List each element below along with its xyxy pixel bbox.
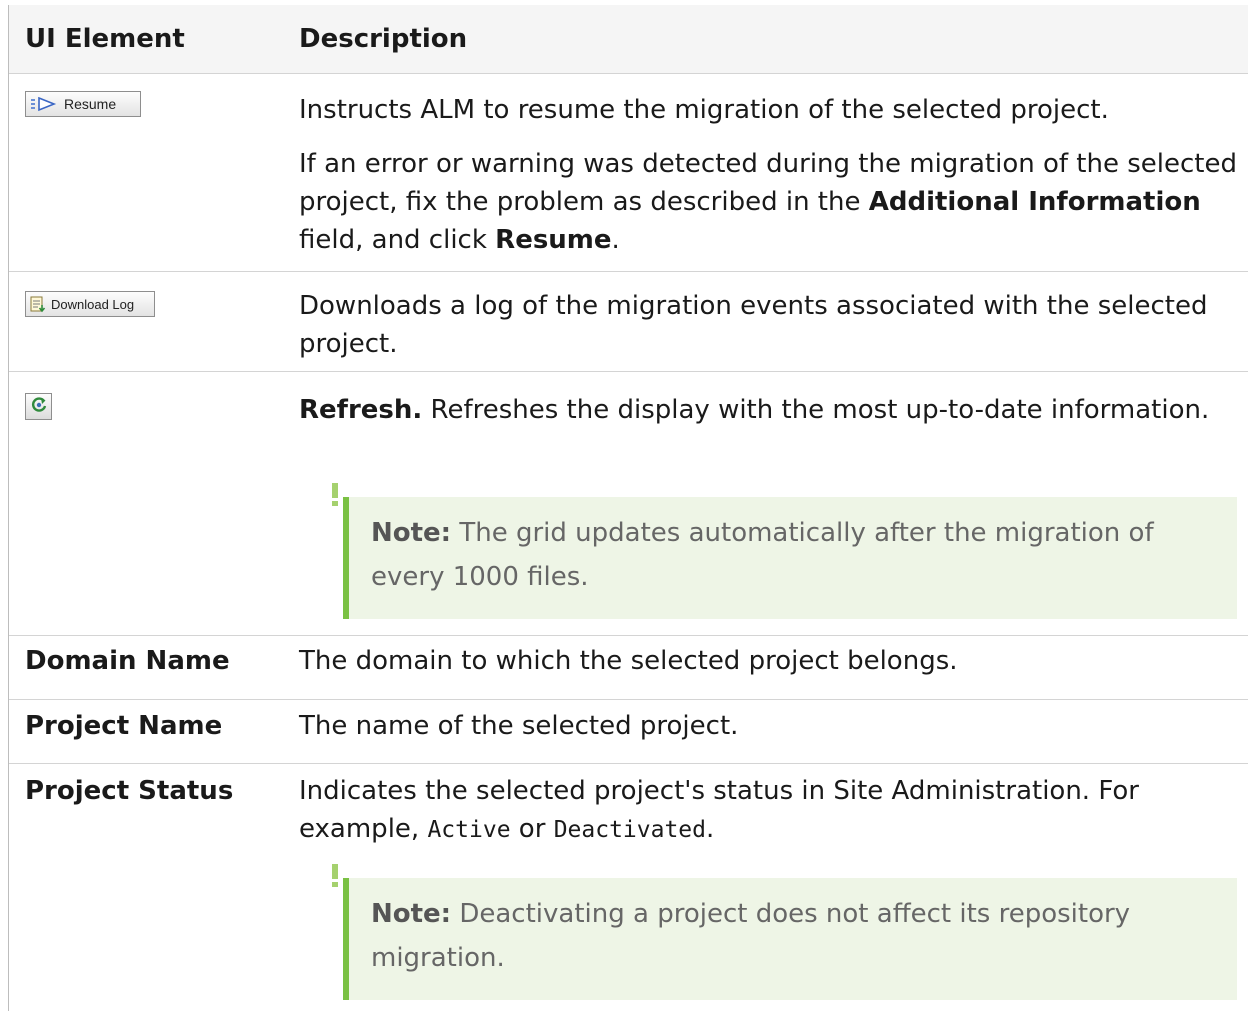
table-header-row: UI Element Description: [9, 5, 1248, 74]
download-log-button[interactable]: Download Log: [25, 291, 155, 317]
download-log-description: Downloads a log of the migration events …: [299, 287, 1239, 363]
resume-description: Instructs ALM to resume the migration of…: [299, 91, 1239, 259]
download-log-button-label: Download Log: [51, 296, 135, 312]
resume-description-p2: If an error or warning was detected duri…: [299, 149, 1237, 255]
note-text: The grid updates automatically after the…: [371, 518, 1154, 592]
refresh-description: Refresh. Refreshes the display with the …: [299, 391, 1239, 429]
download-log-icon: [30, 296, 47, 313]
resume-button[interactable]: Resume: [25, 91, 141, 117]
column-header-ui-element: UI Element: [25, 24, 185, 54]
refresh-description-text: Refreshes the display with the most up-t…: [422, 395, 1210, 425]
refresh-icon: [29, 395, 49, 419]
element-project-name: Project Name: [25, 711, 223, 741]
note-label: Note:: [371, 899, 452, 929]
element-project-status: Project Status: [25, 776, 234, 806]
note-label: Note:: [371, 518, 452, 548]
note-exclamation-icon: [332, 483, 338, 506]
column-header-description: Description: [299, 24, 468, 54]
domain-name-description: The domain to which the selected project…: [299, 646, 958, 676]
project-status-description: Indicates the selected project's status …: [299, 776, 1139, 844]
resume-button-label: Resume: [64, 96, 117, 112]
download-log-description-p1: Downloads a log of the migration events …: [299, 291, 1208, 359]
status-value-active: Active: [427, 817, 511, 843]
refresh-button[interactable]: [25, 393, 52, 420]
note-text: Deactivating a project does not affect i…: [371, 899, 1131, 973]
refresh-term: Refresh.: [299, 395, 423, 425]
resume-play-icon: [30, 96, 60, 112]
ui-elements-table: UI Element Description Resume Instructs …: [8, 5, 1248, 1011]
element-domain-name: Domain Name: [25, 646, 230, 676]
status-value-deactivated: Deactivated: [553, 817, 707, 843]
note-exclamation-icon: [332, 864, 338, 887]
resume-description-p1: Instructs ALM to resume the migration of…: [299, 95, 1109, 125]
project-status-note-callout: Note: Deactivating a project does not af…: [332, 864, 1237, 1000]
refresh-note-callout: Note: The grid updates automatically aft…: [332, 483, 1237, 619]
project-name-description: The name of the selected project.: [299, 711, 739, 741]
